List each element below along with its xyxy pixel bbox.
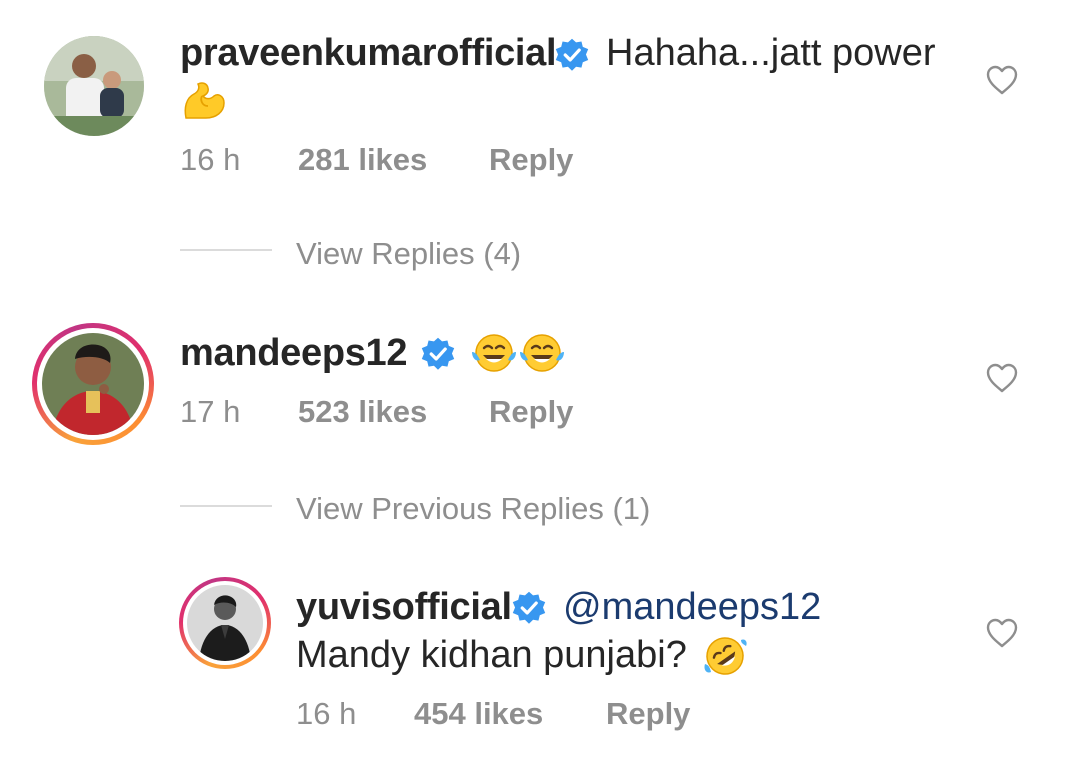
username[interactable]: mandeeps12 [180,332,408,375]
divider [180,505,272,507]
verified-badge-icon [512,591,546,624]
avatar[interactable] [187,585,263,661]
reply-button[interactable]: Reply [489,142,573,178]
view-replies-button[interactable]: View Replies (4) [296,236,521,272]
heart-icon[interactable] [985,64,1019,96]
username[interactable]: praveenkumarofficial [180,32,557,75]
heart-icon[interactable] [985,617,1019,649]
divider [180,249,272,251]
avatar[interactable] [42,333,144,435]
comment-time: 16 h [296,696,357,731]
verified-badge-icon [421,337,455,370]
rolling-on-the-floor-laughing-icon [704,637,747,675]
view-previous-replies-button[interactable]: View Previous Replies (1) [296,491,650,527]
heart-icon[interactable] [985,362,1019,394]
face-with-tears-of-joy-icon [472,334,516,372]
comment-time: 16 h [180,142,241,177]
flexed-biceps-icon [184,82,225,119]
reply-button[interactable]: Reply [606,696,690,732]
likes-count[interactable]: 454 likes [414,696,543,732]
face-with-tears-of-joy-icon [520,334,564,372]
comment-text: Mandy kidhan punjabi? [296,634,687,676]
mention-link[interactable]: @mandeeps12 [563,586,821,629]
avatar[interactable] [44,36,144,136]
likes-count[interactable]: 523 likes [298,394,427,430]
username[interactable]: yuvisofficial [296,586,512,629]
comment-time: 17 h [180,394,241,429]
reply-button[interactable]: Reply [489,394,573,430]
likes-count[interactable]: 281 likes [298,142,427,178]
verified-badge-icon [555,38,589,71]
comment-text: Hahaha...jatt power [606,32,936,74]
